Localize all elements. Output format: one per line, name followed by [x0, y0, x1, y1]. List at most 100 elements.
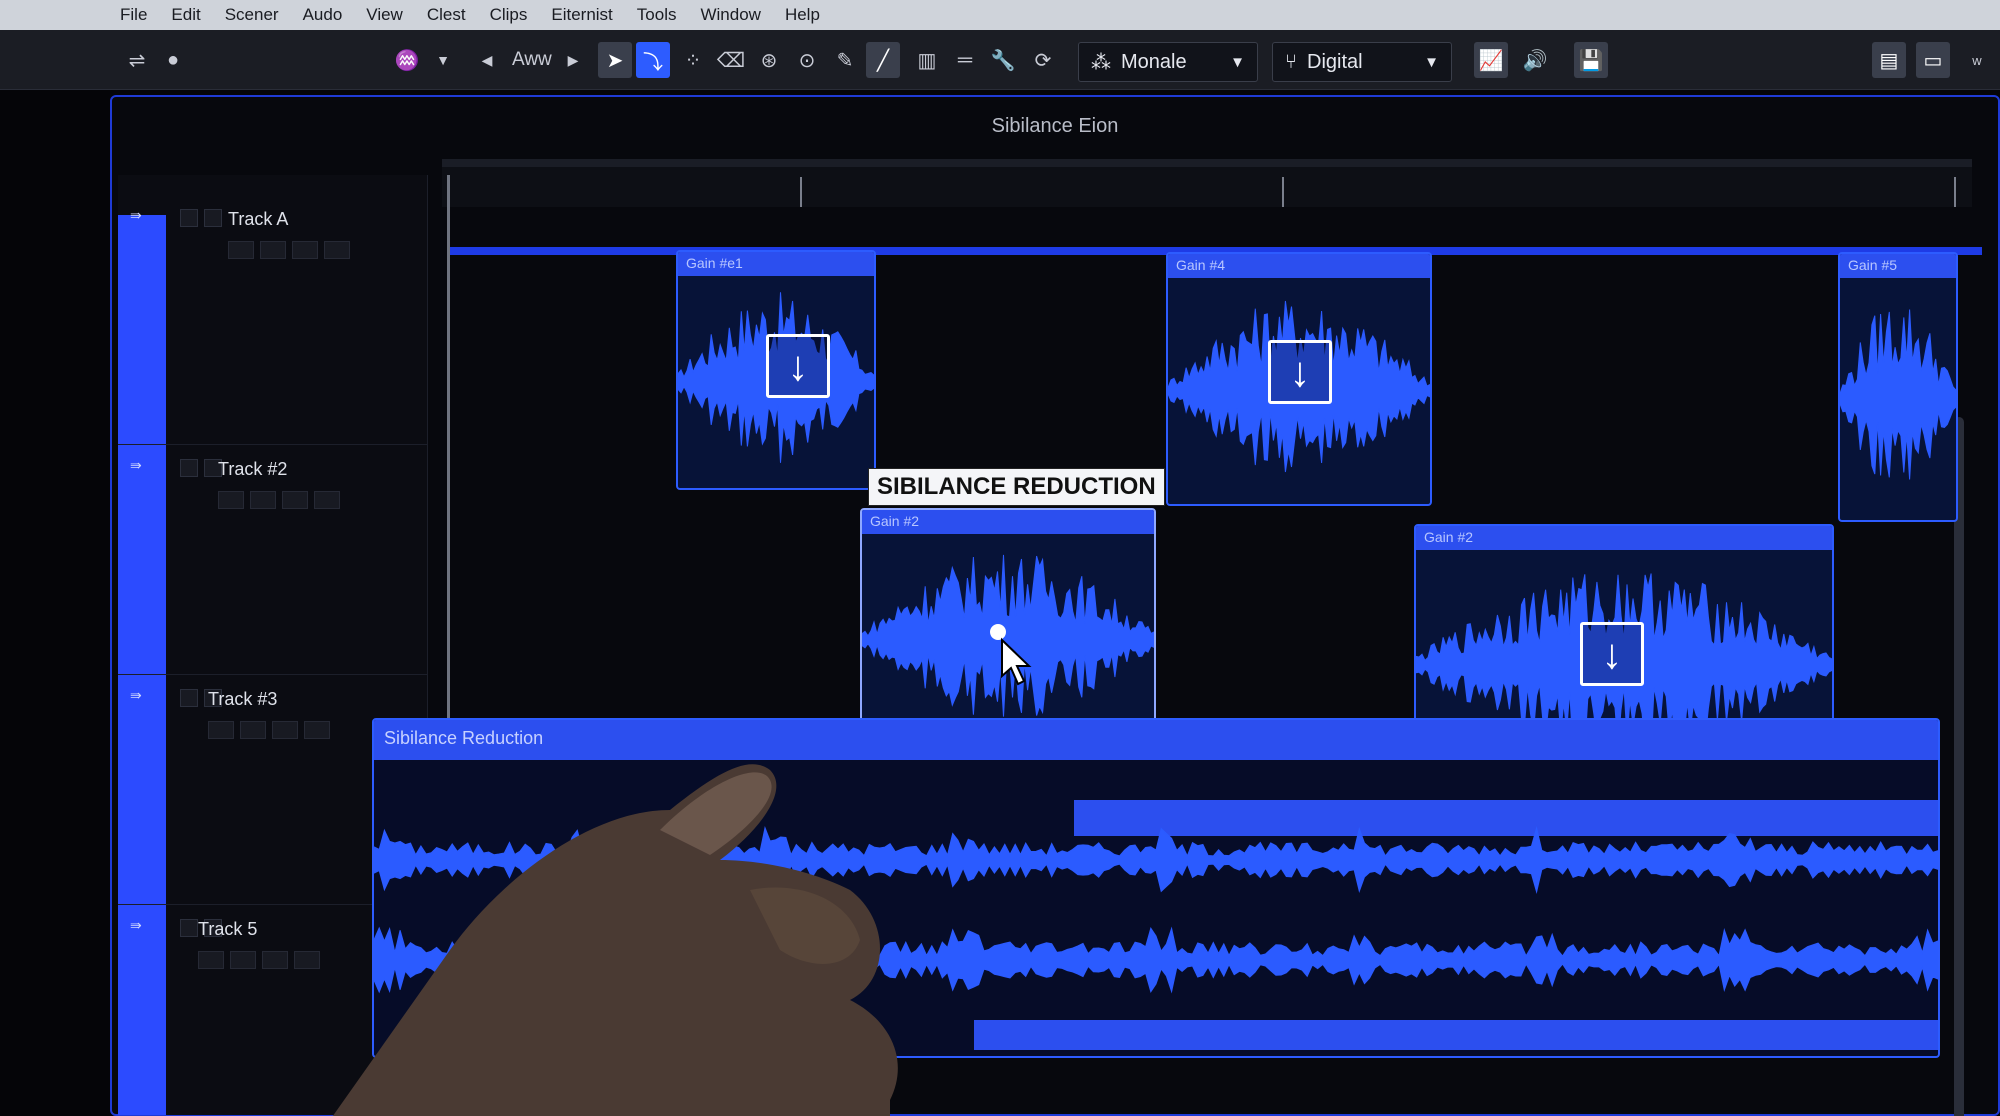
audio-clip[interactable]: Gain #e1 ↓ [676, 250, 876, 490]
chevron-down-icon: ▼ [1230, 53, 1245, 71]
speaker-icon[interactable]: 🔊 [1518, 42, 1552, 78]
video-icon[interactable]: ▭ [1916, 42, 1950, 78]
track-arrow-icon: ⇛ [130, 917, 142, 933]
menu-window[interactable]: Window [700, 5, 760, 25]
mute-button[interactable] [180, 689, 198, 707]
monitor-button[interactable] [260, 241, 286, 259]
loop-icon[interactable]: ⟳ [1026, 42, 1060, 78]
audio-clip-selected[interactable]: Gain #2 [860, 508, 1156, 748]
track-buttons [218, 491, 340, 509]
clip-title: Gain #e1 [678, 252, 874, 276]
range-tool-icon[interactable]: ⤵ [636, 42, 670, 78]
vertical-scrollbar[interactable] [1954, 417, 1964, 1116]
mode-select[interactable]: ⑂ Digital ▼ [1272, 42, 1452, 82]
track-arrow-icon: ⇛ [130, 207, 142, 223]
track-row[interactable]: ⇛ Track A [118, 195, 428, 445]
track-controls [180, 459, 222, 477]
pointer-tool-icon[interactable]: ➤ [598, 42, 632, 78]
menu-clest[interactable]: Clest [427, 5, 466, 25]
preset-label: Monale [1121, 50, 1187, 73]
chevron-down-icon[interactable]: ▼ [426, 42, 460, 78]
monitor-button[interactable] [240, 721, 266, 739]
track-name[interactable]: Track A [228, 209, 288, 230]
solo-button[interactable] [204, 209, 222, 227]
prev-icon[interactable]: ◀ [470, 42, 504, 78]
arrow-down-icon[interactable]: ↓ [766, 334, 830, 398]
arrow-down-icon[interactable]: ↓ [1268, 340, 1332, 404]
ruler-tick [800, 177, 802, 207]
clip-title: Gain #4 [1168, 254, 1430, 278]
auto-button[interactable] [324, 241, 350, 259]
auto-button[interactable] [294, 951, 320, 969]
track-arrow-icon: ⇛ [130, 457, 142, 473]
menu-scener[interactable]: Scener [225, 5, 279, 25]
timeline-ruler[interactable] [442, 159, 1972, 207]
line-tool-icon[interactable]: ╱ [866, 42, 900, 78]
toolbar: ⇌ ● ♒ ▼ ◀ Aww ▶ ➤ ⤵ ⁘ ⌫ ⊛ ⊙ ✎ ╱ ▥ ═ 🔧 ⟳ … [0, 30, 2000, 90]
mute-tool-icon[interactable]: ═ [948, 42, 982, 78]
auto-button[interactable] [314, 491, 340, 509]
mute-button[interactable] [180, 209, 198, 227]
wrench-icon[interactable]: 🔧 [986, 42, 1020, 78]
clip-header: Sibilance Reduction [374, 720, 1938, 760]
menu-eiternist[interactable]: Eiternist [551, 5, 612, 25]
glue-tool-icon[interactable]: ⊛ [752, 42, 786, 78]
menu-view[interactable]: View [366, 5, 403, 25]
waveform-tool-icon[interactable]: ♒ [390, 42, 424, 78]
menu-file[interactable]: File [120, 5, 147, 25]
edit-button[interactable] [282, 491, 308, 509]
save-icon[interactable]: 💾 [1574, 42, 1608, 78]
record-button[interactable] [198, 951, 224, 969]
drag-handle[interactable] [990, 624, 1006, 640]
audio-clip[interactable]: Gain #5 [1838, 252, 1958, 522]
edit-button[interactable] [292, 241, 318, 259]
mute-button[interactable] [180, 459, 198, 477]
long-audio-clip[interactable]: Sibilance Reduction [372, 718, 1940, 1058]
link-icon[interactable]: ⇌ [120, 42, 154, 78]
edit-button[interactable] [272, 721, 298, 739]
record-icon[interactable]: ● [156, 42, 190, 78]
clip-title: Gain #5 [1840, 254, 1956, 278]
track-name[interactable]: Track #2 [218, 459, 287, 480]
audio-clip[interactable]: Gain #4 ↓ [1166, 252, 1432, 506]
track-buttons [228, 241, 350, 259]
menu-clips[interactable]: Clips [490, 5, 528, 25]
track-arrow-icon: ⇛ [130, 687, 142, 703]
waveform [374, 825, 1938, 895]
ruler-tick [1282, 177, 1284, 207]
next-icon[interactable]: ▶ [556, 42, 590, 78]
preset-select[interactable]: ⁂ Monale ▼ [1078, 42, 1258, 82]
record-button[interactable] [208, 721, 234, 739]
mode-label: Digital [1307, 50, 1363, 73]
chart-icon[interactable]: 📈 [1474, 42, 1508, 78]
menu-tools[interactable]: Tools [637, 5, 677, 25]
audio-warp-icon[interactable]: ▥ [910, 42, 944, 78]
overflow-icon[interactable]: w [1960, 42, 1994, 78]
monitor-button[interactable] [230, 951, 256, 969]
monitor-button[interactable] [250, 491, 276, 509]
ruler-tick [1954, 177, 1956, 207]
track-buttons [208, 721, 330, 739]
panel-icon[interactable]: ▤ [1872, 42, 1906, 78]
window-title: Sibilance Eion [991, 115, 1119, 137]
split-tool-icon[interactable]: ⁘ [676, 42, 710, 78]
draw-tool-icon[interactable]: ✎ [828, 42, 862, 78]
menu-help[interactable]: Help [785, 5, 820, 25]
arrow-down-icon[interactable]: ↓ [1580, 622, 1644, 686]
track-name[interactable]: Track #3 [208, 689, 277, 710]
clip-title: Sibilance Reduction [384, 728, 544, 748]
mute-button[interactable] [180, 919, 198, 937]
auto-button[interactable] [304, 721, 330, 739]
waveform [374, 926, 1938, 994]
eraser-tool-icon[interactable]: ⌫ [714, 42, 748, 78]
automation-lane [974, 1020, 1938, 1050]
zoom-tool-icon[interactable]: ⊙ [790, 42, 824, 78]
clip-title: Gain #2 [862, 510, 1154, 534]
menu-audo[interactable]: Audo [303, 5, 343, 25]
track-name[interactable]: Track 5 [198, 919, 257, 940]
edit-button[interactable] [262, 951, 288, 969]
record-button[interactable] [228, 241, 254, 259]
menu-edit[interactable]: Edit [171, 5, 200, 25]
track-row[interactable]: ⇛ Track #2 [118, 445, 428, 675]
record-button[interactable] [218, 491, 244, 509]
